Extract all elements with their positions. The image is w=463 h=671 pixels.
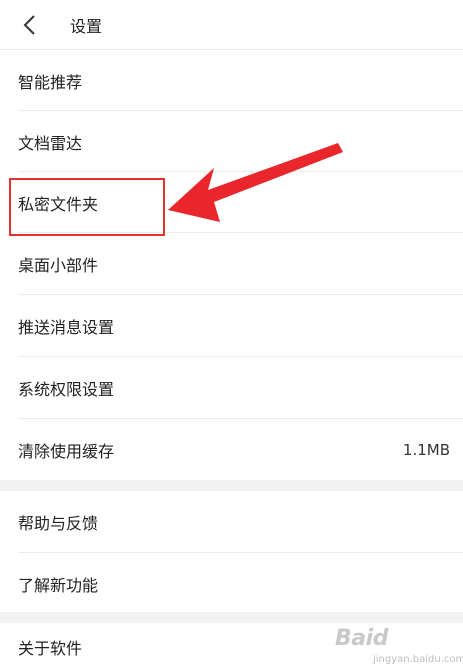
page-title: 设置 [70, 16, 103, 36]
setting-private-folder[interactable]: 私密文件夹 [0, 172, 463, 233]
setting-doc-radar[interactable]: 文档雷达 [0, 111, 463, 172]
setting-label: 智能推荐 [18, 72, 83, 92]
setting-clear-cache[interactable]: 清除使用缓存 1.1MB [0, 419, 463, 480]
top-bar: 设置 [0, 0, 463, 50]
setting-desktop-widget[interactable]: 桌面小部件 [0, 233, 463, 294]
setting-label: 私密文件夹 [18, 194, 99, 214]
chevron-left-icon [23, 14, 35, 35]
setting-label: 帮助与反馈 [18, 513, 99, 533]
setting-new-features[interactable]: 了解新功能 [0, 553, 463, 614]
back-button[interactable] [2, 0, 58, 50]
setting-label: 文档雷达 [18, 133, 83, 153]
setting-system-permissions[interactable]: 系统权限设置 [0, 357, 463, 418]
cache-size-value: 1.1MB [402, 440, 450, 459]
setting-label: 清除使用缓存 [18, 441, 115, 461]
setting-smart-recommend[interactable]: 智能推荐 [0, 50, 463, 111]
section-gap [0, 612, 463, 623]
setting-label: 系统权限设置 [18, 379, 115, 399]
setting-label: 桌面小部件 [18, 255, 99, 275]
setting-label: 了解新功能 [18, 575, 99, 595]
setting-label: 关于软件 [18, 639, 83, 658]
section-gap [0, 480, 463, 491]
setting-push-messages[interactable]: 推送消息设置 [0, 295, 463, 356]
setting-label: 推送消息设置 [18, 317, 115, 337]
setting-about[interactable]: 关于软件 [0, 623, 463, 671]
setting-help-feedback[interactable]: 帮助与反馈 [0, 491, 463, 552]
